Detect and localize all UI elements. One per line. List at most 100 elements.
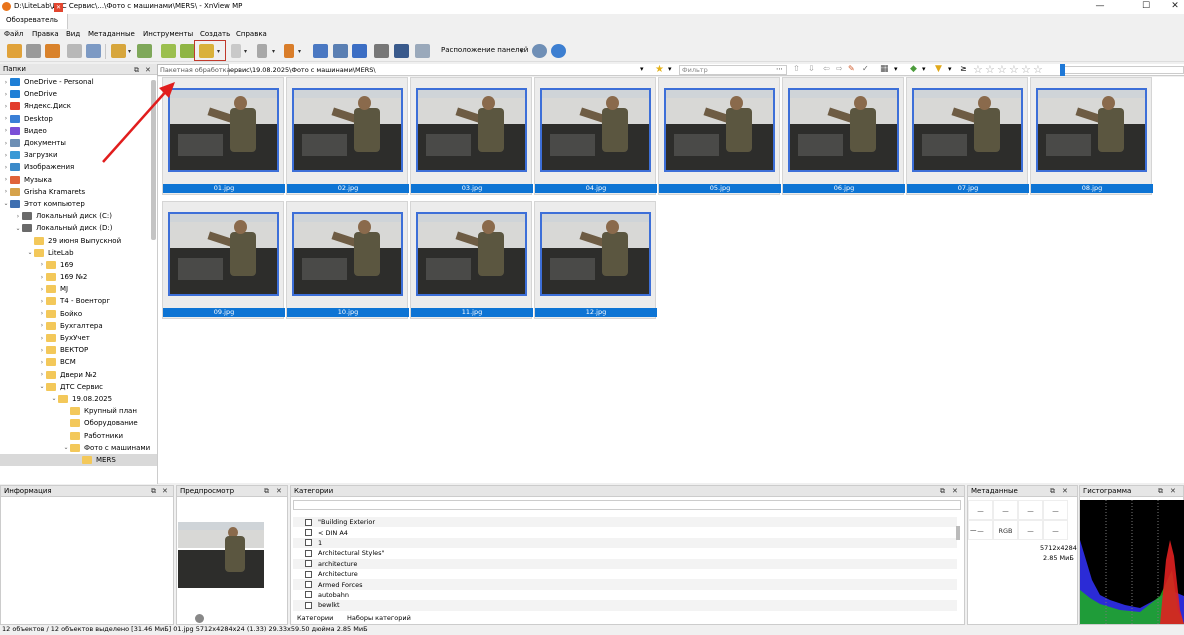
panels-icon[interactable] — [415, 44, 430, 58]
settings-gear-icon[interactable] — [532, 44, 547, 58]
address-dropdown-icon[interactable]: ▾ — [640, 65, 644, 73]
chevron-right-icon[interactable]: › — [2, 140, 10, 147]
close-panel-icon[interactable]: ✕ — [952, 487, 958, 495]
rating-star-icon[interactable]: ☆ — [997, 64, 1007, 75]
chevron-down-icon[interactable]: ⌄ — [26, 249, 34, 256]
category-item[interactable]: Armed Forces — [293, 579, 957, 590]
pin-icon[interactable]: ⧉ — [1158, 487, 1163, 496]
pin-icon[interactable]: ⧉ — [151, 487, 156, 496]
thumbnail-item[interactable]: 10.jpg — [286, 201, 409, 319]
close-panel-icon[interactable]: ✕ — [145, 66, 151, 74]
open-folder-icon[interactable] — [7, 44, 22, 58]
pin-icon[interactable]: ⧉ — [264, 487, 269, 496]
folder-tree-item[interactable]: › ВЕКТОР — [0, 344, 157, 356]
thumbnail-image[interactable] — [1036, 88, 1147, 172]
menu-help[interactable]: Справка — [236, 30, 267, 38]
chevron-right-icon[interactable]: › — [2, 115, 10, 122]
thumbnail-image[interactable] — [168, 212, 279, 296]
rating-star-icon[interactable]: ☆ — [985, 64, 995, 75]
rotate-left-icon[interactable] — [161, 44, 176, 58]
folder-tree-item[interactable]: Оборудование — [0, 417, 157, 429]
chevron-down-icon[interactable]: ▾ — [894, 65, 898, 73]
thumbnail-item[interactable]: 05.jpg — [658, 77, 781, 195]
category-item[interactable]: autobahn — [293, 589, 957, 601]
close-panel-icon[interactable]: ✕ — [1170, 487, 1176, 495]
chevron-right-icon[interactable]: › — [38, 310, 46, 317]
funnel-icon[interactable]: ▼ — [935, 64, 942, 74]
thumbnail-item[interactable]: 12.jpg — [534, 201, 657, 319]
category-item[interactable]: 1 — [293, 537, 957, 549]
folder-tree-item[interactable]: › 169 №2 — [0, 271, 157, 283]
scan-icon[interactable] — [394, 44, 409, 58]
grid-view-icon[interactable]: ▦ — [880, 64, 889, 74]
folder-tree-item[interactable]: MERS — [0, 453, 157, 466]
folder-tree-item[interactable]: › Grisha Kramarets — [0, 186, 157, 198]
chevron-right-icon[interactable]: › — [2, 176, 10, 183]
tab-category-sets[interactable]: Наборы категорий — [347, 614, 411, 622]
folder-tree-item[interactable]: ⌄ 19.08.2025 — [0, 393, 157, 405]
chevron-right-icon[interactable]: › — [38, 298, 46, 305]
rating-star-icon[interactable]: ☆ — [973, 64, 983, 75]
chevron-down-icon[interactable]: ▾ — [668, 65, 672, 73]
thumbnail-item[interactable]: 09.jpg — [162, 201, 285, 319]
thumbnail-item[interactable]: 08.jpg — [1030, 77, 1153, 195]
category-checkbox[interactable] — [305, 549, 312, 557]
address-path[interactable]: ервис\19.08.2025\Фото с машинами\MERS\ — [230, 66, 376, 74]
folder-tree-item[interactable]: ⌄ Этот компьютер — [0, 198, 157, 210]
thumbnail-item[interactable]: 06.jpg — [782, 77, 905, 195]
thumbnail-image[interactable] — [788, 88, 899, 172]
chevron-down-icon[interactable]: ⌄ — [38, 383, 46, 390]
thumbnail-image[interactable] — [664, 88, 775, 172]
tab-close-icon[interactable]: ✕ — [54, 3, 63, 12]
chevron-down-icon[interactable]: ▾ — [948, 65, 952, 73]
thumbnail-image[interactable] — [416, 212, 527, 296]
close-panel-icon[interactable]: ✕ — [1062, 487, 1068, 495]
category-item[interactable]: bewlkt — [293, 600, 957, 611]
pin-icon[interactable]: ⧉ — [940, 487, 945, 496]
category-checkbox[interactable] — [305, 518, 312, 526]
chevron-down-icon[interactable]: ▾ — [520, 48, 523, 55]
chevron-right-icon[interactable]: › — [2, 164, 10, 171]
category-item[interactable]: architecture — [293, 558, 957, 569]
tab-browser[interactable]: Обозреватель — [0, 14, 68, 29]
preview-zoom-icon[interactable] — [195, 614, 204, 623]
folder-tree-item[interactable]: › 169 — [0, 259, 157, 271]
edit-tag-icon[interactable]: ✎ — [848, 64, 855, 73]
maximize-button[interactable]: ☐ — [1131, 0, 1161, 13]
category-item[interactable]: Architecture — [293, 568, 957, 580]
category-checkbox[interactable] — [305, 560, 312, 568]
folder-tree-item[interactable]: Работники — [0, 429, 157, 441]
chevron-right-icon[interactable]: › — [14, 213, 22, 220]
menu-edit[interactable]: Правка — [32, 30, 59, 38]
refresh-icon[interactable] — [86, 44, 101, 58]
chevron-right-icon[interactable]: › — [2, 188, 10, 195]
folder-tree-item[interactable]: › Бойко — [0, 308, 157, 320]
close-window-button[interactable]: ✕ — [1160, 0, 1184, 13]
chevron-down-icon[interactable]: ⌄ — [14, 225, 22, 232]
category-item[interactable]: "Building Exterior — [293, 517, 957, 528]
folder-tree-item[interactable]: › Двери №2 — [0, 369, 157, 381]
chevron-right-icon[interactable]: › — [2, 127, 10, 134]
menu-create[interactable]: Создать — [200, 30, 230, 38]
close-panel-icon[interactable]: ✕ — [162, 487, 168, 495]
menu-metadata[interactable]: Метаданные — [88, 30, 135, 38]
filter-input[interactable]: Фильтр — [679, 65, 787, 75]
chevron-right-icon[interactable]: › — [38, 322, 46, 329]
categories-scrollbar[interactable] — [956, 526, 960, 540]
nav-down-icon[interactable]: ⇩ — [808, 64, 815, 73]
layout-button[interactable]: Расположение панелей — [441, 46, 528, 54]
chevron-right-icon[interactable]: › — [2, 152, 10, 159]
chevron-right-icon[interactable]: › — [38, 335, 46, 342]
thumbnail-image[interactable] — [292, 212, 403, 296]
category-checkbox[interactable] — [305, 591, 312, 599]
chevron-right-icon[interactable]: › — [38, 286, 46, 293]
nav-forward-icon[interactable]: ⇨ — [836, 64, 843, 73]
close-panel-icon[interactable]: ✕ — [276, 487, 282, 495]
thumbnail-item[interactable]: 03.jpg — [410, 77, 533, 195]
category-search-input[interactable] — [293, 500, 961, 510]
folder-tree-item[interactable]: › T4 - Военторг — [0, 295, 157, 307]
chevron-down-icon[interactable]: ▾ — [244, 48, 247, 55]
chevron-down-icon[interactable]: ⌄ — [50, 395, 58, 402]
fullscreen-icon[interactable] — [26, 44, 41, 58]
chevron-right-icon[interactable]: › — [38, 261, 46, 268]
